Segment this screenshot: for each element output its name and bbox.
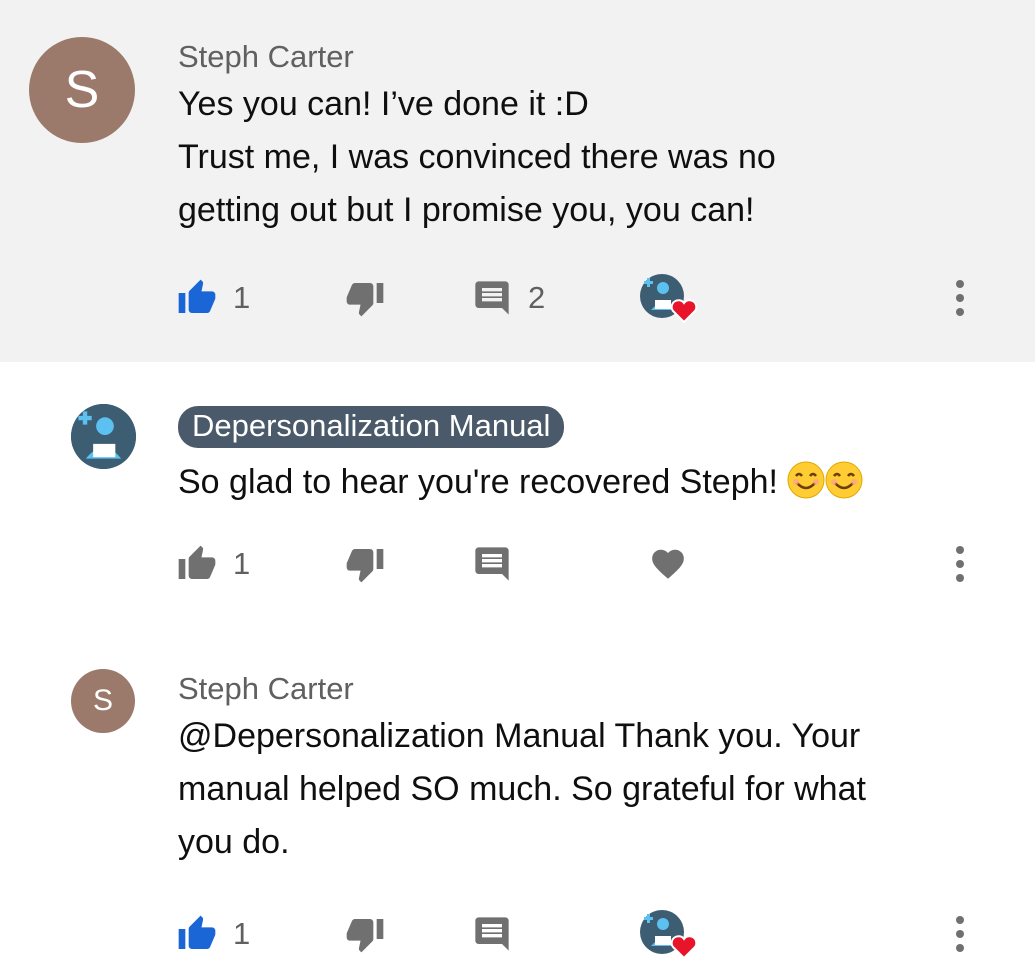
like-count: 1 xyxy=(233,916,251,951)
comment-author[interactable]: Steph Carter xyxy=(178,36,995,78)
comment: S Steph Carter @Depersonalization Manual… xyxy=(0,622,1035,977)
comment-text: Yes you can! I’ve done it :D Trust me, I… xyxy=(178,78,995,237)
like-button[interactable] xyxy=(176,534,218,594)
comment-icon xyxy=(475,917,509,951)
comment-text-line: getting out but I promise you, you can! xyxy=(178,191,755,229)
comment: Depersonalization Manual So glad to hear… xyxy=(0,362,1035,622)
comment-author[interactable]: Depersonalization Manual xyxy=(178,406,995,450)
more-vert-icon xyxy=(956,916,964,952)
comment-text-line: @Depersonalization Manual Thank you. You… xyxy=(178,717,861,755)
thumbs-up-icon xyxy=(178,915,216,949)
smiling-face-emoji xyxy=(787,461,825,499)
comment: S Steph Carter Yes you can! I’ve done it… xyxy=(0,0,1035,362)
avatar[interactable] xyxy=(71,404,136,469)
comment-text: @Depersonalization Manual Thank you. You… xyxy=(178,710,995,869)
comment-body: Steph Carter @Depersonalization Manual T… xyxy=(178,668,995,869)
comment-text-line: So glad to hear you're recovered Steph! xyxy=(178,456,995,509)
like-button[interactable] xyxy=(176,904,218,964)
smiling-face-emoji xyxy=(825,461,863,499)
comment-author[interactable]: Steph Carter xyxy=(178,668,995,710)
comment-actions: 1 xyxy=(0,534,1035,594)
comment-text-line: you do. xyxy=(178,823,290,861)
like-button[interactable] xyxy=(176,268,218,328)
comment-actions: 1 2 xyxy=(0,268,1035,328)
more-vert-icon xyxy=(956,280,964,316)
thumbs-down-icon xyxy=(346,283,384,317)
creator-heart[interactable] xyxy=(640,268,698,328)
comment-text-line: manual helped SO much. So grateful for w… xyxy=(178,770,866,808)
more-options-button[interactable] xyxy=(944,904,976,964)
comment-icon xyxy=(475,281,509,315)
reply-button[interactable] xyxy=(471,904,513,964)
like-count: 1 xyxy=(233,546,251,581)
avatar[interactable]: S xyxy=(71,669,135,733)
thumbs-down-icon xyxy=(346,919,384,953)
heart-icon xyxy=(652,549,684,579)
more-vert-icon xyxy=(956,546,964,582)
dislike-button[interactable] xyxy=(344,534,386,594)
comment-body: Steph Carter Yes you can! I’ve done it :… xyxy=(178,36,995,237)
comment-text-content: So glad to hear you're recovered Steph! xyxy=(178,463,778,501)
creator-heart-icon xyxy=(640,910,698,960)
comment-text-line: Trust me, I was convinced there was no xyxy=(178,138,776,176)
comment-actions: 1 xyxy=(0,904,1035,964)
comment-text: So glad to hear you're recovered Steph! xyxy=(178,456,995,509)
more-options-button[interactable] xyxy=(944,534,976,594)
creator-heart-icon xyxy=(640,274,698,324)
heart-button[interactable] xyxy=(648,534,688,594)
creator-heart[interactable] xyxy=(640,904,698,964)
reply-button[interactable] xyxy=(471,534,513,594)
channel-reader-icon xyxy=(71,404,136,469)
like-count: 1 xyxy=(233,280,251,315)
thumbs-up-icon xyxy=(178,279,216,313)
dislike-button[interactable] xyxy=(344,268,386,328)
creator-badge[interactable]: Depersonalization Manual xyxy=(178,406,565,448)
comment-body: Depersonalization Manual So glad to hear… xyxy=(178,406,995,509)
reply-count: 2 xyxy=(528,280,546,315)
thumbs-down-icon xyxy=(346,549,384,583)
more-options-button[interactable] xyxy=(944,268,976,328)
reply-button[interactable] xyxy=(471,268,513,328)
dislike-button[interactable] xyxy=(344,904,386,964)
avatar[interactable]: S xyxy=(29,37,135,143)
comment-text-line: Yes you can! I’ve done it :D xyxy=(178,85,589,123)
comment-icon xyxy=(475,547,509,581)
thumbs-up-icon xyxy=(178,545,216,579)
